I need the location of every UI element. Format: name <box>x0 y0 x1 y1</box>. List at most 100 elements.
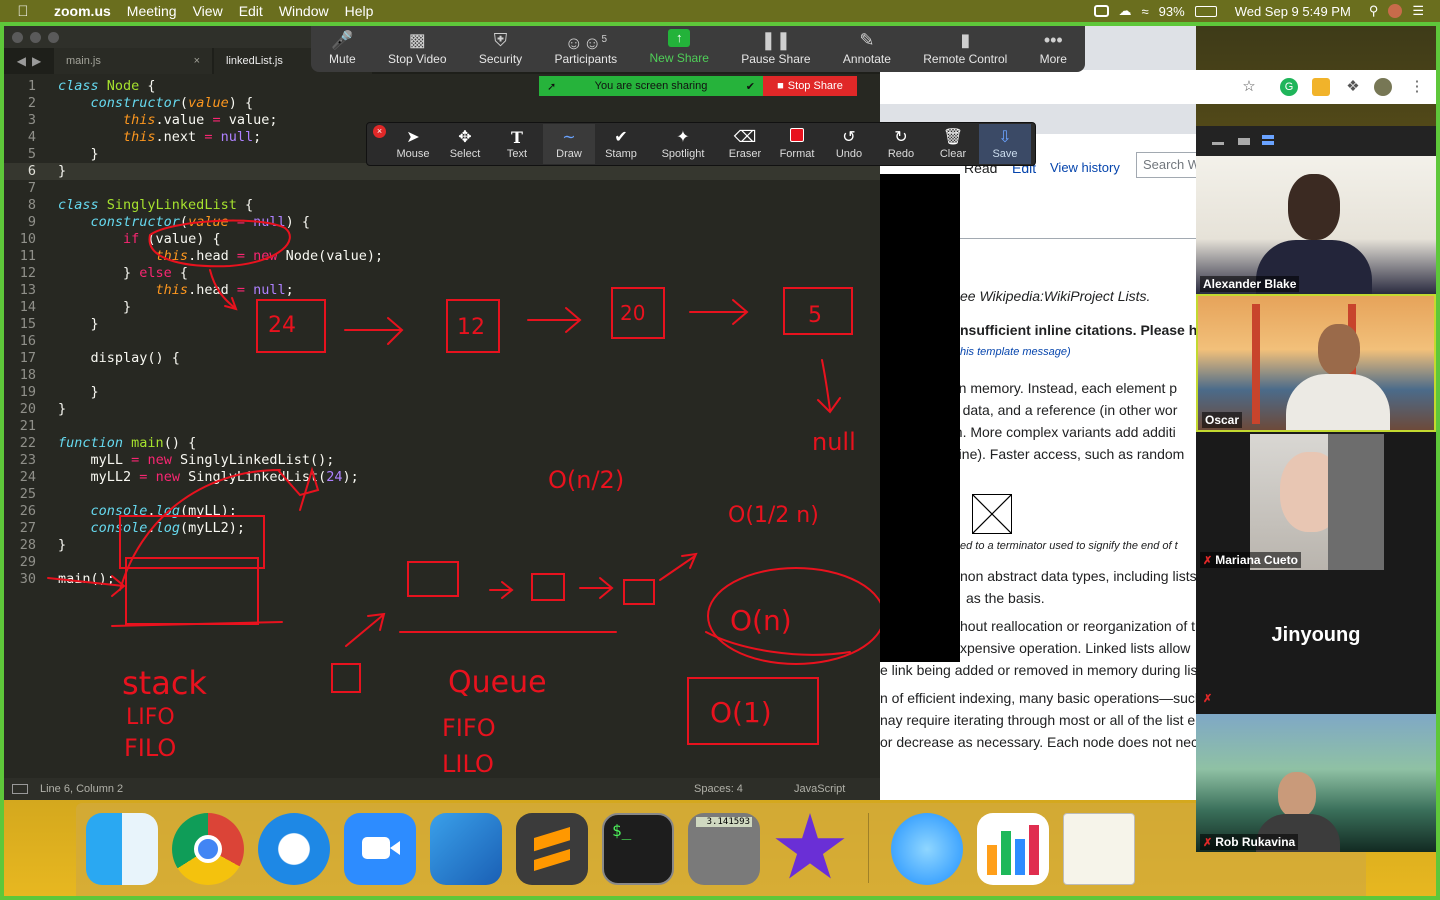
tab-view-history[interactable]: View history <box>1050 160 1120 175</box>
extensions-puzzle-icon[interactable]: ❖ <box>1344 78 1362 96</box>
mute-button[interactable]: 🎤 Mute <box>319 22 366 72</box>
imovie-star-icon[interactable] <box>774 813 846 885</box>
button-label: Annotate <box>842 52 891 66</box>
notification-center-icon[interactable]: ☰ <box>1412 3 1424 19</box>
video-tile-rob[interactable]: ✗ Rob Rukavina <box>1196 714 1436 852</box>
menu-help[interactable]: Help <box>337 3 382 19</box>
template-message-link[interactable]: his template message) <box>960 346 1071 358</box>
battery-percent[interactable]: 93% <box>1159 4 1185 19</box>
spotlight-search-icon[interactable]: ⚲ <box>1369 3 1379 19</box>
grammarly-extension-icon[interactable]: G <box>1280 78 1298 96</box>
calculator-icon[interactable]: 3.141593 <box>688 813 760 885</box>
code-area[interactable]: 1 class Node { 2 constructor(value) { 3 t… <box>4 78 880 778</box>
gallery-header <box>1196 126 1436 156</box>
user-avatar-icon[interactable] <box>1388 4 1403 18</box>
clock[interactable]: Wed Sep 9 5:49 PM <box>1235 4 1351 19</box>
minimize-window-button[interactable] <box>30 32 41 43</box>
dock-separator <box>868 813 869 883</box>
tab-nav-arrows[interactable]: ◀ ▶ <box>4 48 54 74</box>
tool-undo[interactable]: ↺ Undo <box>823 124 875 164</box>
new-share-button[interactable]: ↑ New Share <box>640 22 719 72</box>
annotate-button[interactable]: ✎ Annotate <box>833 22 901 72</box>
security-button[interactable]: ⛨ Security <box>469 22 532 72</box>
wifi-icon[interactable]: ≈ <box>1142 4 1149 19</box>
tool-mouse[interactable]: ➤ Mouse <box>387 124 439 164</box>
chrome-icon[interactable] <box>172 813 244 885</box>
more-button[interactable]: ••• More <box>1030 22 1077 72</box>
zoom-app-icon[interactable] <box>344 813 416 885</box>
indent-setting[interactable]: Spaces: 4 <box>694 783 743 795</box>
sublime-text-icon[interactable] <box>516 813 588 885</box>
sharing-status-text: You are screen sharing <box>594 80 708 92</box>
battery-icon[interactable] <box>1194 5 1217 17</box>
video-tile-alexander[interactable]: Alexander Blake <box>1196 156 1436 294</box>
menu-edit[interactable]: Edit <box>231 3 271 19</box>
tool-label: Draw <box>556 148 582 160</box>
participants-icon: ☺☺5 <box>564 33 607 53</box>
xcode-hammer-icon[interactable] <box>430 813 502 885</box>
messages-bubble-icon[interactable] <box>891 813 963 885</box>
stop-square-icon: ■ <box>777 80 784 92</box>
tool-label: Redo <box>887 148 915 160</box>
pause-share-button[interactable]: ❚❚ Pause Share <box>731 22 820 72</box>
zoom-window-button[interactable] <box>48 32 59 43</box>
stop-share-button[interactable]: ■ Stop Share <box>763 76 857 96</box>
code-line: 30 main(); <box>19 571 115 587</box>
wiki-search-input[interactable]: Search W <box>1136 152 1196 178</box>
extension-icon[interactable] <box>1312 78 1330 96</box>
close-tab-icon[interactable]: × <box>194 55 200 67</box>
tool-select[interactable]: ✥ Select <box>439 124 491 164</box>
menu-app[interactable]: zoom.us <box>46 3 119 19</box>
tool-stamp[interactable]: ✔ Stamp <box>595 124 647 164</box>
tab-main-js[interactable]: main.js × <box>54 48 212 74</box>
tool-format[interactable]: Format <box>771 124 823 164</box>
numbers-chart-icon[interactable] <box>977 813 1049 885</box>
gallery-view-icon[interactable] <box>1262 135 1274 145</box>
stop-video-button[interactable]: ▩ Stop Video <box>378 22 457 72</box>
tool-save[interactable]: ⇩ Save <box>979 124 1031 164</box>
close-annotation-icon[interactable]: × <box>373 125 386 138</box>
pause-icon: ❚❚ <box>760 30 791 50</box>
tool-text[interactable]: T Text <box>491 124 543 164</box>
apple-menu-icon[interactable]:  <box>0 3 46 20</box>
tool-spotlight[interactable]: ✦ Spotlight <box>647 124 719 164</box>
sharing-status[interactable]: ➚ You are screen sharing ✔ <box>539 76 763 96</box>
code-line: 8 class SinglyLinkedList { <box>27 197 254 213</box>
zoom-status-icon[interactable] <box>1093 5 1109 17</box>
remote-control-button[interactable]: ▮ Remote Control <box>913 22 1017 72</box>
profile-avatar-icon[interactable] <box>1374 78 1392 96</box>
tool-eraser[interactable]: ⌫ Eraser <box>719 124 771 164</box>
menu-view[interactable]: View <box>185 3 231 19</box>
tool-clear[interactable]: 🗑 Clear <box>927 124 979 164</box>
participants-button[interactable]: ☺☺5 Participants <box>544 22 627 72</box>
tool-draw[interactable]: ∼ Draw <box>543 124 595 164</box>
arrow-right-icon[interactable]: ▶ <box>32 54 41 68</box>
finder-icon[interactable] <box>86 813 158 885</box>
code-line: 15 } <box>19 316 99 332</box>
video-tile-mariana[interactable]: ✗ Mariana Cueto <box>1196 432 1436 570</box>
tool-redo[interactable]: ↻ Redo <box>875 124 927 164</box>
menu-window[interactable]: Window <box>271 3 337 19</box>
participant-gallery: Alexander Blake Oscar ✗ Mariana Cueto Jin… <box>1196 126 1436 852</box>
panel-toggle-icon[interactable] <box>12 784 28 794</box>
textedit-icon[interactable] <box>1063 813 1135 885</box>
article-line: n of efficient indexing, many basic oper… <box>880 690 1196 706</box>
video-tile-oscar[interactable]: Oscar <box>1196 294 1436 432</box>
participant-label: ✗ <box>1200 690 1218 706</box>
minimize-icon[interactable] <box>1212 142 1224 145</box>
code-line: 14 } <box>19 299 132 315</box>
restore-icon[interactable] <box>1238 138 1250 145</box>
trash-icon: 🗑 <box>942 129 964 146</box>
menu-meeting[interactable]: Meeting <box>119 3 185 19</box>
terminal-icon[interactable]: $_ <box>602 813 674 885</box>
close-window-button[interactable] <box>12 32 23 43</box>
undo-icon: ↺ <box>842 129 856 146</box>
cloud-upload-icon[interactable]: ☁ <box>1119 3 1132 19</box>
video-tile-jinyoung[interactable]: Jinyoung ✗ <box>1196 570 1436 708</box>
browser-menu-icon[interactable]: ⋮ <box>1408 78 1426 96</box>
safari-compass-icon[interactable] <box>258 813 330 885</box>
bookmark-star-icon[interactable]: ☆ <box>1240 78 1258 96</box>
arrow-left-icon[interactable]: ◀ <box>17 54 26 68</box>
syntax-setting[interactable]: JavaScript <box>794 783 845 795</box>
participant-count: 5 <box>601 34 607 45</box>
